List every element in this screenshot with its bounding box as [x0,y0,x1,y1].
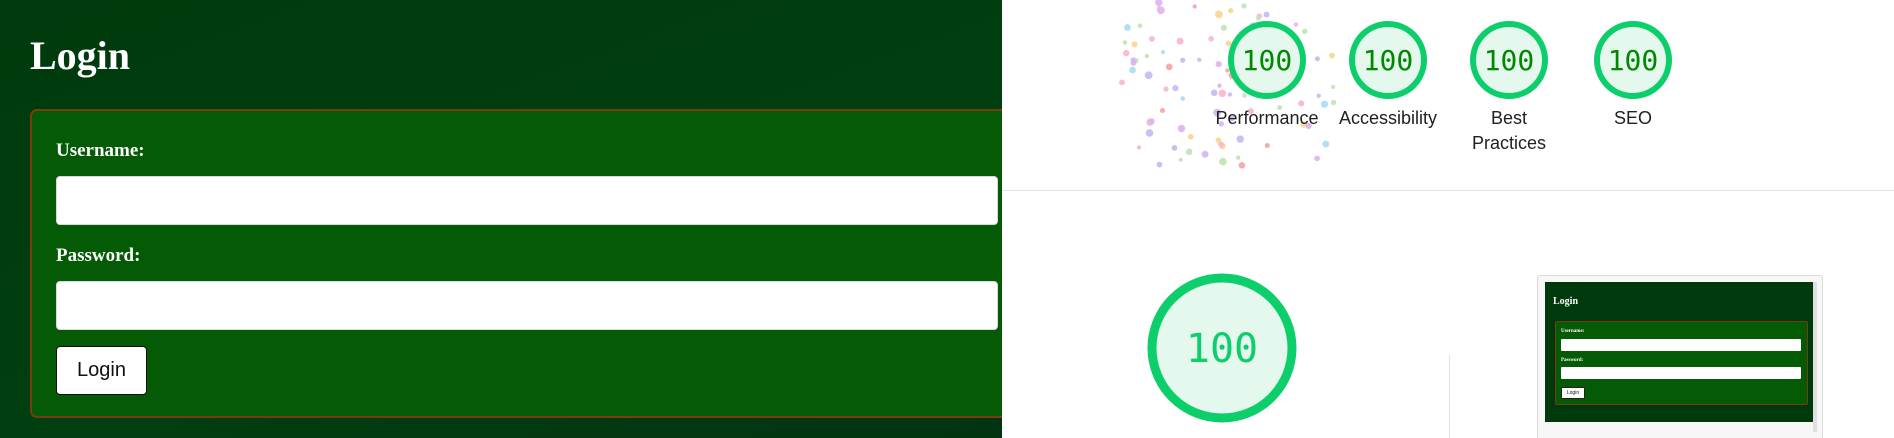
thumbnail-password-label: Password: [1561,358,1584,363]
confetti-dot [1186,148,1193,155]
confetti-dot [1236,135,1244,143]
confetti-dot [1144,71,1153,80]
confetti-dot [1180,96,1186,101]
final-screenshot-thumbnail[interactable]: Login Username: Password: Login [1537,275,1823,438]
confetti-dot [1178,157,1183,162]
gauge-best-practices[interactable]: 100 Best Practices [1444,20,1574,156]
confetti-dot [1197,57,1202,62]
confetti-dot [1149,36,1155,42]
gauge-score: 100 [1242,44,1293,77]
gauge-performance[interactable]: 100 Performance [1202,20,1332,131]
main-gauge-score: 100 [1186,326,1258,372]
confetti-dot [1124,24,1131,31]
gauge-label: Accessibility [1338,108,1438,128]
gauge-label: Performance [1215,108,1319,128]
thumbnail-title: Login [1553,296,1579,307]
confetti-dot [1171,145,1178,151]
confetti-dot [1119,79,1125,86]
gauge-score: 100 [1484,44,1535,77]
thumbnail-username-label: Username: [1561,329,1585,334]
confetti-dot [1122,40,1128,45]
confetti-dot [1218,141,1224,148]
confetti-dot [1163,86,1169,92]
confetti-dot [1192,4,1197,9]
thumbnail-scrollbar [1813,282,1817,432]
thumbnail-form: Username: Password: Login [1555,321,1808,405]
thumbnail-username-input [1561,339,1801,351]
gauge-accessibility[interactable]: 100 Accessibility [1323,20,1453,131]
main-score-gauge: 100 [1147,273,1297,423]
score-summary: 100 Performance 100 Accessibility 100 Be… [1002,0,1894,191]
confetti-dot [1219,157,1227,166]
login-page: Login Username: Password: Login [0,0,1002,438]
confetti-dot [1160,108,1165,113]
confetti-dot [1129,66,1136,74]
confetti-dot [1123,49,1130,57]
thumbnail-password-input [1561,367,1801,379]
confetti-dot [1148,118,1155,125]
username-input[interactable] [56,176,998,225]
confetti-dot [1238,162,1246,169]
section-divider [1449,355,1450,438]
confetti-dot [1228,8,1234,14]
gauge-score: 100 [1608,44,1659,77]
confetti-dot [1322,140,1330,148]
confetti-dot [1176,37,1184,45]
lighthouse-report: 100 Performance 100 Accessibility 100 Be… [1002,0,1894,438]
confetti-dot [1236,155,1241,160]
gauge-seo[interactable]: 100 SEO [1568,20,1698,131]
username-label: Username: [56,140,145,161]
login-button[interactable]: Login [56,346,147,395]
thumbnail-login-button: Login [1561,387,1585,399]
confetti-dot [1215,10,1223,19]
confetti-dot [1130,57,1136,63]
confetti-dot [1156,161,1163,168]
confetti-dot [1144,53,1149,59]
confetti-dot [1137,23,1143,29]
confetti-dot [1201,150,1209,158]
gauge-score: 100 [1363,44,1414,77]
confetti-dot [1136,145,1142,150]
gauge-ring: 100 [1228,21,1306,99]
confetti-dot [1156,6,1162,11]
confetti-dot [1187,133,1194,140]
gauge-ring: 100 [1349,21,1427,99]
confetti-dot [1264,143,1270,148]
confetti-dot [1155,0,1163,7]
password-label: Password: [56,245,141,266]
confetti-dot [1145,129,1154,137]
page-title: Login [30,33,131,78]
thumbnail-screen: Login Username: Password: Login [1545,282,1814,422]
confetti-dot [1263,11,1270,18]
confetti-dot [1241,3,1247,9]
confetti-dot [1314,155,1320,162]
confetti-dot [1160,50,1166,55]
confetti-dot [1172,85,1179,92]
gauge-ring: 100 [1470,21,1548,99]
password-input[interactable] [56,281,998,330]
confetti-dot [1180,57,1186,63]
confetti-dot [1177,124,1186,133]
gauge-ring: 100 [1594,21,1672,99]
gauge-label: Best Practices [1471,108,1547,153]
confetti-dot [1165,63,1173,71]
gauge-label: SEO [1613,108,1652,128]
login-form: Username: Password: Login [30,109,1002,418]
confetti-dot [1131,41,1138,48]
